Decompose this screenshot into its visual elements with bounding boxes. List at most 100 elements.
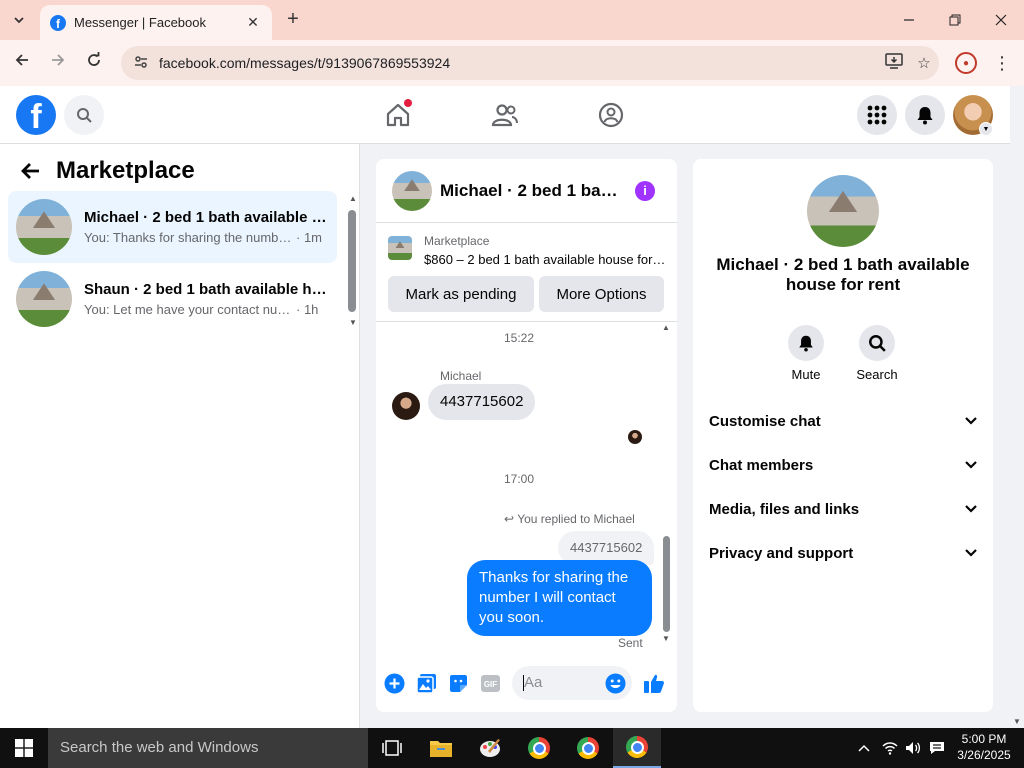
reload-button[interactable] <box>82 51 106 75</box>
scroll-down-icon[interactable]: ▼ <box>349 318 357 327</box>
outgoing-message[interactable]: Thanks for sharing the number I will con… <box>467 560 652 636</box>
start-button[interactable] <box>0 728 48 768</box>
folder-icon <box>430 741 452 757</box>
media-files-links-section[interactable]: Media, files and links <box>709 493 977 525</box>
photo-button[interactable] <box>415 672 437 694</box>
sticker-button[interactable] <box>447 672 469 694</box>
url-text[interactable]: facebook.com/messages/t/9139067869553924 <box>159 55 879 71</box>
facebook-search-button[interactable] <box>64 95 104 135</box>
mute-button[interactable]: Mute <box>776 325 836 382</box>
forward-button[interactable] <box>46 51 70 75</box>
scroll-up-icon[interactable]: ▲ <box>349 194 357 203</box>
arrow-left-icon <box>15 54 28 66</box>
chat-members-section[interactable]: Chat members <box>709 449 977 481</box>
restore-button[interactable] <box>932 0 978 40</box>
scroll-up-icon[interactable]: ▲ <box>662 323 670 332</box>
emoji-button[interactable] <box>604 672 626 694</box>
home-nav-button[interactable] <box>381 98 415 132</box>
clock-time: 5:00 PM <box>961 732 1007 746</box>
search-conversation-button[interactable]: Search <box>847 325 907 382</box>
chevron-down-icon[interactable]: ▼ <box>979 122 993 136</box>
marketplace-listing-card: Marketplace $860 – 2 bed 1 bath availabl… <box>376 224 677 322</box>
address-bar[interactable]: facebook.com/messages/t/9139067869553924… <box>121 46 939 80</box>
scroll-down-icon[interactable]: ▼ <box>1013 717 1021 726</box>
install-app-icon[interactable] <box>879 53 909 73</box>
message-list-scrollbar[interactable]: ▲ ▼ <box>660 323 672 653</box>
tab-close-icon[interactable]: ✕ <box>244 14 262 31</box>
clock-date: 3/26/2025 <box>957 748 1011 762</box>
reply-label: You replied to Michael <box>517 512 635 526</box>
thread-list-scrollbar[interactable]: ▲ ▼ <box>347 194 357 329</box>
listing-price[interactable]: $860 – 2 bed 1 bath available house for … <box>424 252 669 267</box>
new-tab-button[interactable]: + <box>282 8 304 30</box>
chrome-taskbar-button[interactable] <box>515 728 563 768</box>
gif-icon: GIF <box>480 674 500 692</box>
scrollbar-thumb[interactable] <box>663 536 670 632</box>
section-label: Chat members <box>709 456 814 474</box>
tab-search-dropdown[interactable] <box>6 7 32 33</box>
thread-snippet: You: Let me have your contact number <box>84 302 296 317</box>
windows-taskbar: Search the web and Windows 5:00 PM 3/26/… <box>0 728 1024 768</box>
volume-icon[interactable] <box>901 728 925 768</box>
mark-as-pending-button[interactable]: Mark as pending <box>388 276 534 312</box>
show-hidden-icons-button[interactable] <box>852 728 876 768</box>
emoji-icon <box>605 673 625 693</box>
notification-dot <box>404 99 412 107</box>
task-view-icon <box>382 740 402 756</box>
reply-indicator: ↩ You replied to Michael <box>504 512 635 526</box>
incoming-message[interactable]: 4437715602 <box>428 384 536 420</box>
browser-toolbar: facebook.com/messages/t/9139067869553924… <box>0 40 1024 86</box>
action-center-icon[interactable] <box>925 728 949 768</box>
network-icon[interactable] <box>878 728 902 768</box>
gif-button[interactable]: GIF <box>479 672 501 694</box>
tab-title: Messenger | Facebook <box>74 15 206 30</box>
section-label: Media, files and links <box>709 500 860 518</box>
scrollbar-thumb[interactable] <box>348 210 356 312</box>
message-input-placeholder: Aa <box>524 674 543 691</box>
mute-label: Mute <box>791 367 821 382</box>
chrome-profile-taskbar-button[interactable] <box>564 728 612 768</box>
site-settings-icon[interactable] <box>127 54 155 73</box>
menu-button[interactable] <box>857 95 897 135</box>
restore-icon <box>949 14 961 26</box>
customise-chat-section[interactable]: Customise chat <box>709 405 977 437</box>
avatar[interactable] <box>392 392 420 420</box>
paint-app-button[interactable] <box>466 728 514 768</box>
task-view-button[interactable] <box>368 728 416 768</box>
conversation-panel: Michael · 2 bed 1 bath available house f… <box>376 159 677 712</box>
taskbar-search-box[interactable]: Search the web and Windows <box>48 728 368 768</box>
chrome-active-taskbar-button[interactable] <box>613 728 661 768</box>
thread-name: Shaun · 2 bed 1 bath available house for… <box>84 281 329 298</box>
browser-tab[interactable]: f Messenger | Facebook ✕ <box>40 5 272 40</box>
thread-item-michael[interactable]: Michael · 2 bed 1 bath available house f… <box>8 191 337 263</box>
arrow-right-icon <box>52 54 65 66</box>
add-attachment-button[interactable] <box>383 672 405 694</box>
search-label: Search <box>856 367 898 382</box>
info-icon[interactable]: i <box>635 181 655 201</box>
back-arrow-icon[interactable] <box>20 160 40 186</box>
friends-nav-button[interactable] <box>488 98 522 132</box>
thread-item-shaun[interactable]: Shaun · 2 bed 1 bath available house for… <box>8 263 337 335</box>
more-options-button[interactable]: More Options <box>539 276 664 312</box>
conversation-header[interactable]: Michael · 2 bed 1 bath available house f… <box>376 159 677 223</box>
like-button[interactable] <box>643 672 665 694</box>
close-window-button[interactable] <box>978 0 1024 40</box>
facebook-logo-icon[interactable]: f <box>16 95 56 135</box>
page-scrollbar[interactable]: ▼ <box>1010 86 1024 728</box>
chrome-menu-icon[interactable]: ⋮ <box>992 52 1012 74</box>
bookmark-star-icon[interactable]: ☆ <box>909 54 939 72</box>
profile-icon[interactable]: ● <box>955 52 977 74</box>
listing-thumbnail <box>16 271 72 327</box>
back-button[interactable] <box>10 51 34 75</box>
notifications-button[interactable] <box>905 95 945 135</box>
scroll-down-icon[interactable]: ▼ <box>662 634 670 643</box>
file-explorer-button[interactable] <box>417 728 465 768</box>
listing-thumbnail <box>388 236 412 260</box>
reply-arrow-icon: ↩ <box>504 512 515 526</box>
privacy-support-section[interactable]: Privacy and support <box>709 537 977 569</box>
groups-nav-button[interactable] <box>594 98 628 132</box>
page-title: Marketplace <box>56 157 195 184</box>
minimize-button[interactable] <box>886 0 932 40</box>
sender-name: Michael <box>440 369 482 383</box>
system-clock[interactable]: 5:00 PM 3/26/2025 <box>955 731 1013 763</box>
